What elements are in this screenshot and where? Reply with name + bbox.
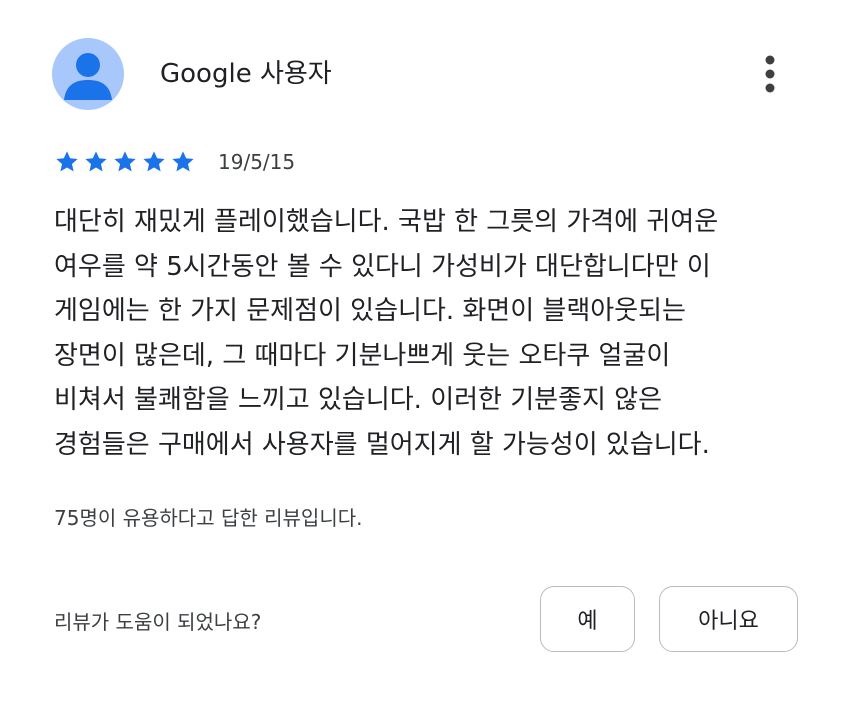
review-text-line: 경험들은 구매에서 사용자를 멀어지게 할 가능성이 있습니다. xyxy=(54,429,710,460)
review-text-line: 여우를 약 5시간동안 볼 수 있다니 가성비가 대단합니다만 이 xyxy=(54,251,711,282)
star-icon xyxy=(112,149,138,175)
helpful-count: 75명이 유용하다고 답한 리뷰입니다. xyxy=(54,506,363,530)
review-date: 19/5/15 xyxy=(218,150,296,174)
review-text: 대단히 재밌게 플레이했습니다. 국밥 한 그릇의 가격에 귀여운 여우를 약 … xyxy=(54,200,814,467)
star-icon xyxy=(170,149,196,175)
star-icon xyxy=(141,149,167,175)
rating-row: 19/5/15 xyxy=(54,146,295,178)
review-text-line: 대단히 재밌게 플레이했습니다. 국밥 한 그릇의 가격에 귀여운 xyxy=(54,207,719,237)
review-card: Google 사용자 19/5/15 대단히 재밌게 플레이했습니다. 국밥 한… xyxy=(0,0,850,712)
review-text-line: 장면이 많은데, 그 때마다 기분나쁘게 웃는 오타쿠 얼굴이 xyxy=(54,340,671,371)
review-header: Google 사용자 xyxy=(52,38,792,110)
review-text-line: 비쳐서 불쾌함을 느끼고 있습니다. 이러한 기분좋지 않은 xyxy=(54,385,663,415)
more-vert-icon xyxy=(752,50,788,98)
review-text-line: 게임에는 한 가지 문제점이 있습니다. 화면이 블랙아웃되는 xyxy=(54,296,686,326)
more-options-button[interactable] xyxy=(752,50,788,98)
star-icon xyxy=(83,149,109,175)
person-icon xyxy=(52,38,124,110)
yes-button[interactable]: 예 xyxy=(540,586,635,652)
no-button[interactable]: 아니요 xyxy=(659,586,798,652)
helpful-question: 리뷰가 도움이 되었나요? xyxy=(54,610,262,634)
star-rating xyxy=(54,149,196,175)
author-name: Google 사용자 xyxy=(160,59,332,89)
avatar xyxy=(52,38,124,110)
star-icon xyxy=(54,149,80,175)
